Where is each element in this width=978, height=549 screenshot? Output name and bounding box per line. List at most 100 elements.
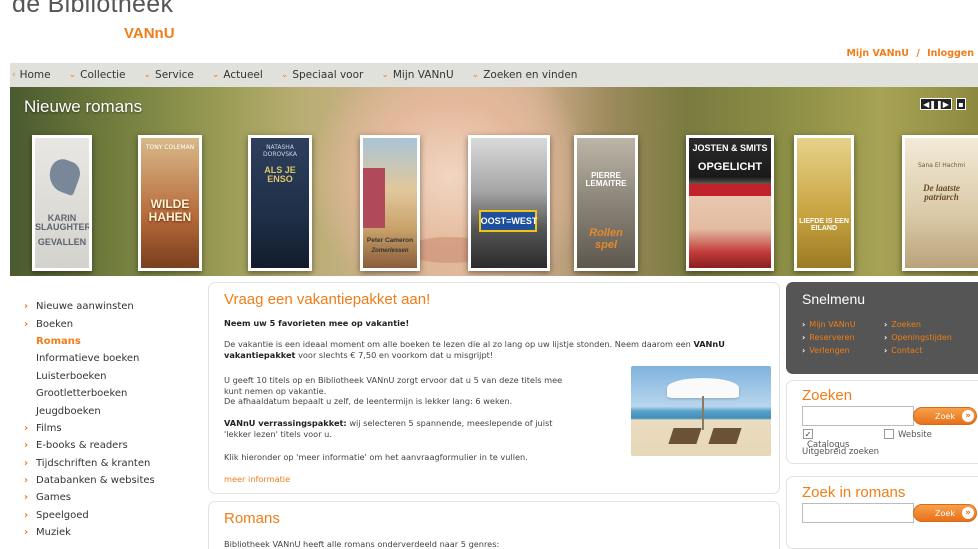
arrow-right-icon: › <box>802 320 806 329</box>
quick-menu-item-contact[interactable]: › Contact <box>884 346 922 355</box>
arrow-right-icon: › <box>884 320 888 329</box>
more-info-link[interactable]: meer informatie <box>224 474 290 484</box>
nav-item-collectie[interactable]: ⌄ Collectie <box>69 69 126 81</box>
arrow-right-icon: › <box>884 333 888 342</box>
logo-subtitle: VANnU <box>124 25 175 42</box>
play-pause-icon[interactable]: ◀❚❚▶ <box>920 98 952 110</box>
book-title: Zomerlessen <box>371 248 409 254</box>
sidebar-item-label: Luisterboeken <box>36 370 107 382</box>
quick-menu-item-mijn-vannu[interactable]: › Mijn VANnU <box>802 320 856 329</box>
book-cover[interactable]: OOST=WEST <box>468 135 550 271</box>
next-icon[interactable]: ▪ <box>956 98 966 110</box>
nav-item-mijn-vannu[interactable]: ⌄ Mijn VANnU <box>381 69 453 81</box>
nav-item-home[interactable]: ‹ Home <box>12 69 51 81</box>
carousel-controls: ◀❚❚▶ ▪ <box>920 98 966 110</box>
beach-image <box>631 366 771 456</box>
book-cover[interactable]: LIEFDE IS EEN EILAND <box>794 135 854 271</box>
search-romans-panel: Zoek in romans Zoek » <box>786 476 978 549</box>
arrow-right-icon: › <box>24 422 29 434</box>
search-button[interactable]: Zoek » <box>913 407 977 425</box>
book-author: JOSTEN & SMITS <box>692 143 768 153</box>
nav-item-zoeken-en-vinden[interactable]: ⌄ Zoeken en vinden <box>472 69 578 81</box>
book-author: PIERRE LEMAITRE <box>585 171 627 189</box>
arrow-right-icon: › <box>24 527 29 539</box>
sidebar-item-romans[interactable]: Romans <box>24 333 194 350</box>
promo-paragraph-3-bold: VANnU verrassingspakket: <box>224 418 347 428</box>
romans-text: Bibliotheek VANnU heeft alle romans onde… <box>224 539 500 549</box>
sidebar-item-films[interactable]: › Films <box>24 420 194 437</box>
sidebar-item-luisterboeken[interactable]: Luisterboeken <box>24 368 194 385</box>
nav-item-service[interactable]: ⌄ Service <box>144 69 194 81</box>
website-checkbox[interactable] <box>884 429 894 439</box>
nav-item-actueel[interactable]: ⌄ Actueel <box>212 69 263 81</box>
nav-item-speciaal-voor[interactable]: ⌄ Speciaal voor <box>281 69 364 81</box>
login-link[interactable]: Inloggen <box>927 48 974 59</box>
book-cover[interactable]: PIERRE LEMAITRE Rollen spel <box>574 135 638 271</box>
sidebar-item-label: Databanken & websites <box>36 475 155 487</box>
chevron-down-icon: ⌄ <box>211 70 220 80</box>
search-romans-button[interactable]: Zoek » <box>913 504 977 522</box>
nav-label: Home <box>19 69 51 81</box>
chevron-left-icon: ‹ <box>12 70 16 80</box>
sidebar-item-label: Films <box>36 422 62 434</box>
quick-menu-item-openingstijden[interactable]: › Openingstijden <box>884 333 952 342</box>
chevron-down-icon: ⌄ <box>280 70 289 80</box>
sidebar-item-informatieve-boeken[interactable]: Informatieve boeken <box>24 350 194 367</box>
sidebar-item-speelgoed[interactable]: › Speelgoed <box>24 507 194 524</box>
quick-menu-item-zoeken[interactable]: › Zoeken <box>884 320 921 329</box>
sidebar-item-ebooks-readers[interactable]: › E-books & readers <box>24 437 194 454</box>
sidebar-item-label: Romans <box>36 335 81 347</box>
my-account-link[interactable]: Mijn VANnU <box>846 48 909 59</box>
promo-paragraph-3-line-2: 'lekker lezen' titels voor u. <box>224 428 332 439</box>
search-panel: Zoeken Zoek» ✓ Catalogus Website Uitgebr… <box>786 380 978 464</box>
sidebar-item-jeugdboeken[interactable]: Jeugdboeken <box>24 402 194 419</box>
sidebar-item-nieuwe-aanwinsten[interactable]: › Nieuwe aanwinsten <box>24 298 194 315</box>
beach-chair <box>668 428 702 444</box>
umbrella-pole <box>702 396 704 430</box>
book-cover[interactable]: NATASHA DOROVSKA ALS JE ENSO <box>248 135 312 271</box>
page: { "header": { "logo_main": "de Bibliothe… <box>0 0 978 549</box>
book-cover[interactable]: TONY COLEMAN WILDE HAHEN <box>138 135 202 271</box>
go-arrow-icon: » <box>962 507 974 519</box>
promo-paragraph-2-line-3: De afhaaldatum bepaalt u zelf, de leente… <box>224 396 513 406</box>
quick-menu-label: Reserveren <box>809 333 855 342</box>
go-arrow-icon: » <box>962 410 974 422</box>
promo-title: Vraag een vakantiepakket aan! <box>224 291 431 308</box>
sidebar-item-databanken-websites[interactable]: › Databanken & websites <box>24 472 194 489</box>
chevron-down-icon: ⌄ <box>381 70 389 80</box>
catalogus-checkbox[interactable]: ✓ <box>803 429 813 439</box>
arrow-right-icon: › <box>24 440 29 452</box>
advanced-search-link[interactable]: Uitgebreid zoeken <box>802 447 879 457</box>
sidebar-item-boeken[interactable]: › Boeken <box>24 315 194 332</box>
quick-menu: Snelmenu › Mijn VANnU › Zoeken › Reserveren… <box>786 282 978 374</box>
sidebar-item-games[interactable]: › Games <box>24 489 194 506</box>
book-author: Peter Cameron <box>366 237 414 244</box>
quick-menu-label: Openingstijden <box>891 333 952 342</box>
arrow-right-icon: › <box>802 333 806 342</box>
account-links: Mijn VANnU / Inloggen <box>846 48 974 59</box>
book-author: KARIN SLAUGHTER <box>35 213 91 233</box>
sidebar-item-grootletterboeken[interactable]: Grootletterboeken <box>24 385 194 402</box>
book-cover[interactable]: KARIN SLAUGHTER GEVALLEN <box>32 135 92 271</box>
sidebar-item-muziek[interactable]: › Muziek <box>24 524 194 541</box>
sidebar-item-tijdschriften-kranten[interactable]: › Tijdschriften & kranten <box>24 455 194 472</box>
search-romans-input[interactable] <box>802 503 914 523</box>
quick-menu-label: Mijn VANnU <box>809 320 856 329</box>
quick-menu-item-reserveren[interactable]: › Reserveren <box>802 333 855 342</box>
arrow-right-icon: › <box>24 457 29 469</box>
arrow-right-icon: › <box>884 346 888 355</box>
nav-label: Actueel <box>223 69 263 81</box>
promo-paragraph-1: De vakantie is een ideaal moment om alle… <box>224 339 769 360</box>
logo[interactable]: de Bibliotheek <box>12 0 173 19</box>
quick-menu-label: Contact <box>891 346 923 355</box>
book-cover[interactable]: JOSTEN & SMITS OPGELICHT <box>686 135 774 271</box>
romans-title: Romans <box>224 510 280 527</box>
search-romans-button-label: Zoek <box>935 508 955 518</box>
promo-panel: Vraag een vakantiepakket aan! Neem uw 5 … <box>208 282 780 494</box>
book-cover[interactable]: Peter Cameron Zomerlessen <box>360 135 420 271</box>
quick-menu-item-verlengen[interactable]: › Verlengen <box>802 346 850 355</box>
book-cover[interactable]: Sana El Hachmi De laatste patriarch <box>902 135 978 271</box>
account-separator: / <box>916 48 920 59</box>
search-romans-title: Zoek in romans <box>802 484 906 501</box>
search-input[interactable] <box>802 406 914 426</box>
